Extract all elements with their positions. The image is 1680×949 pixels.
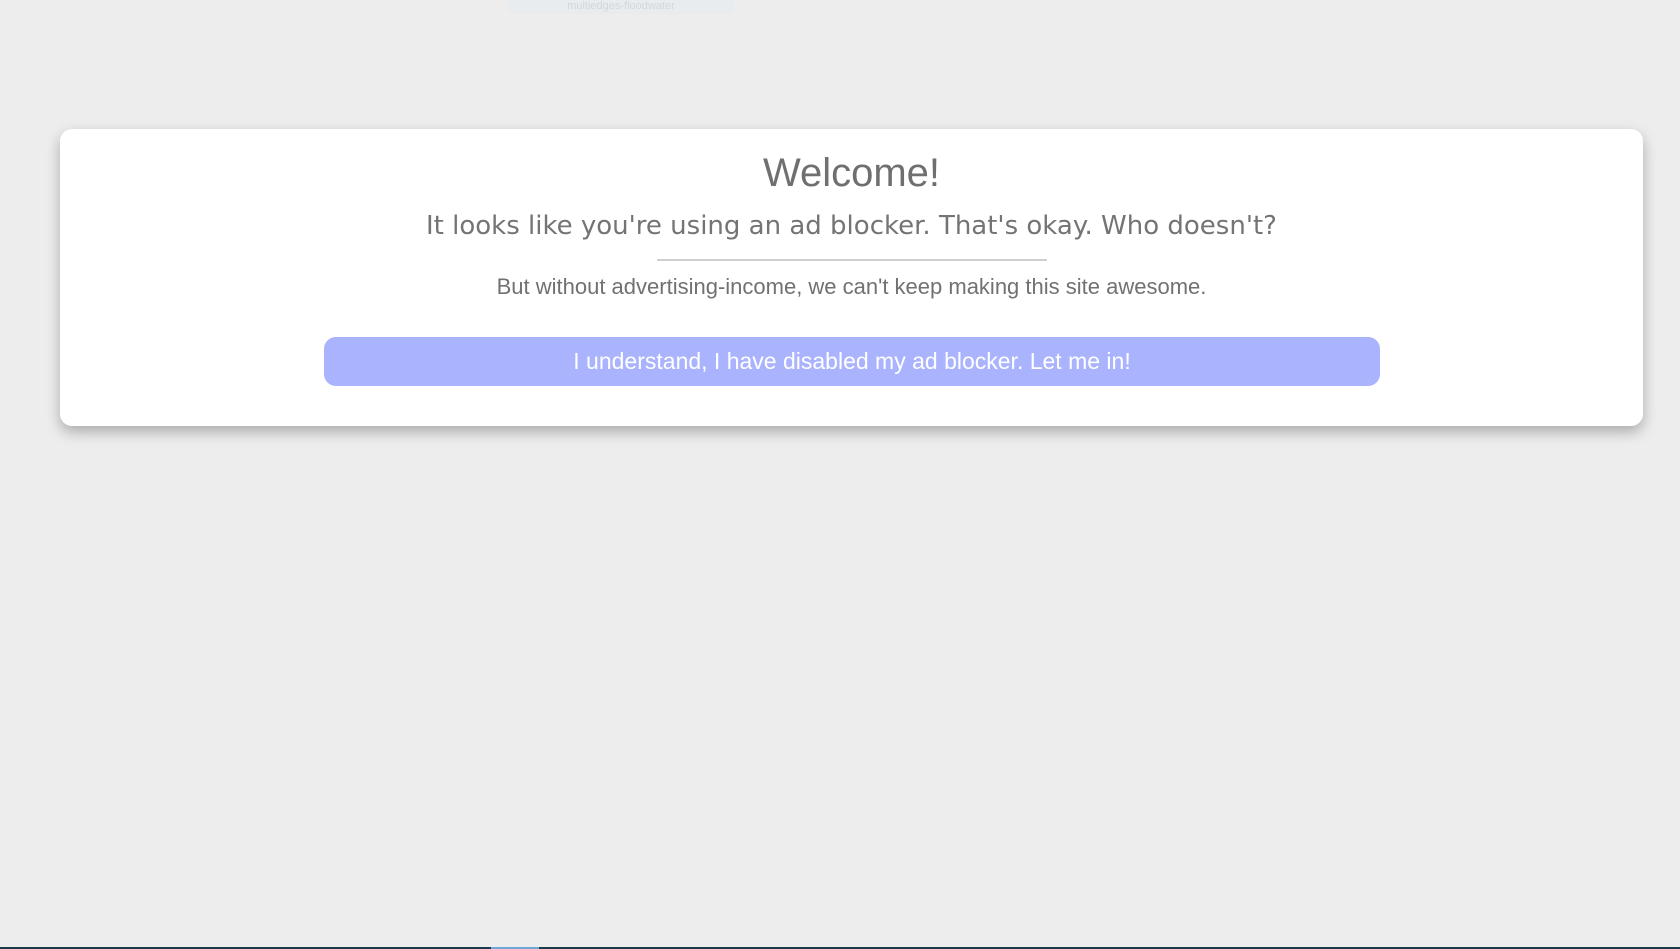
disable-adblock-confirm-button[interactable]: I understand, I have disabled my ad bloc…: [324, 337, 1380, 386]
background-tab[interactable]: multiedges-floodwater: [508, 0, 734, 14]
modal-message: But without advertising-income, we can't…: [496, 274, 1207, 299]
modal-title: Welcome!: [762, 151, 941, 195]
adblock-modal: Welcome! It looks like you're using an a…: [60, 129, 1643, 426]
background-tab-label: multiedges-floodwater: [567, 0, 675, 12]
modal-subtitle: It looks like you're using an ad blocker…: [426, 211, 1277, 241]
divider: [657, 259, 1047, 261]
